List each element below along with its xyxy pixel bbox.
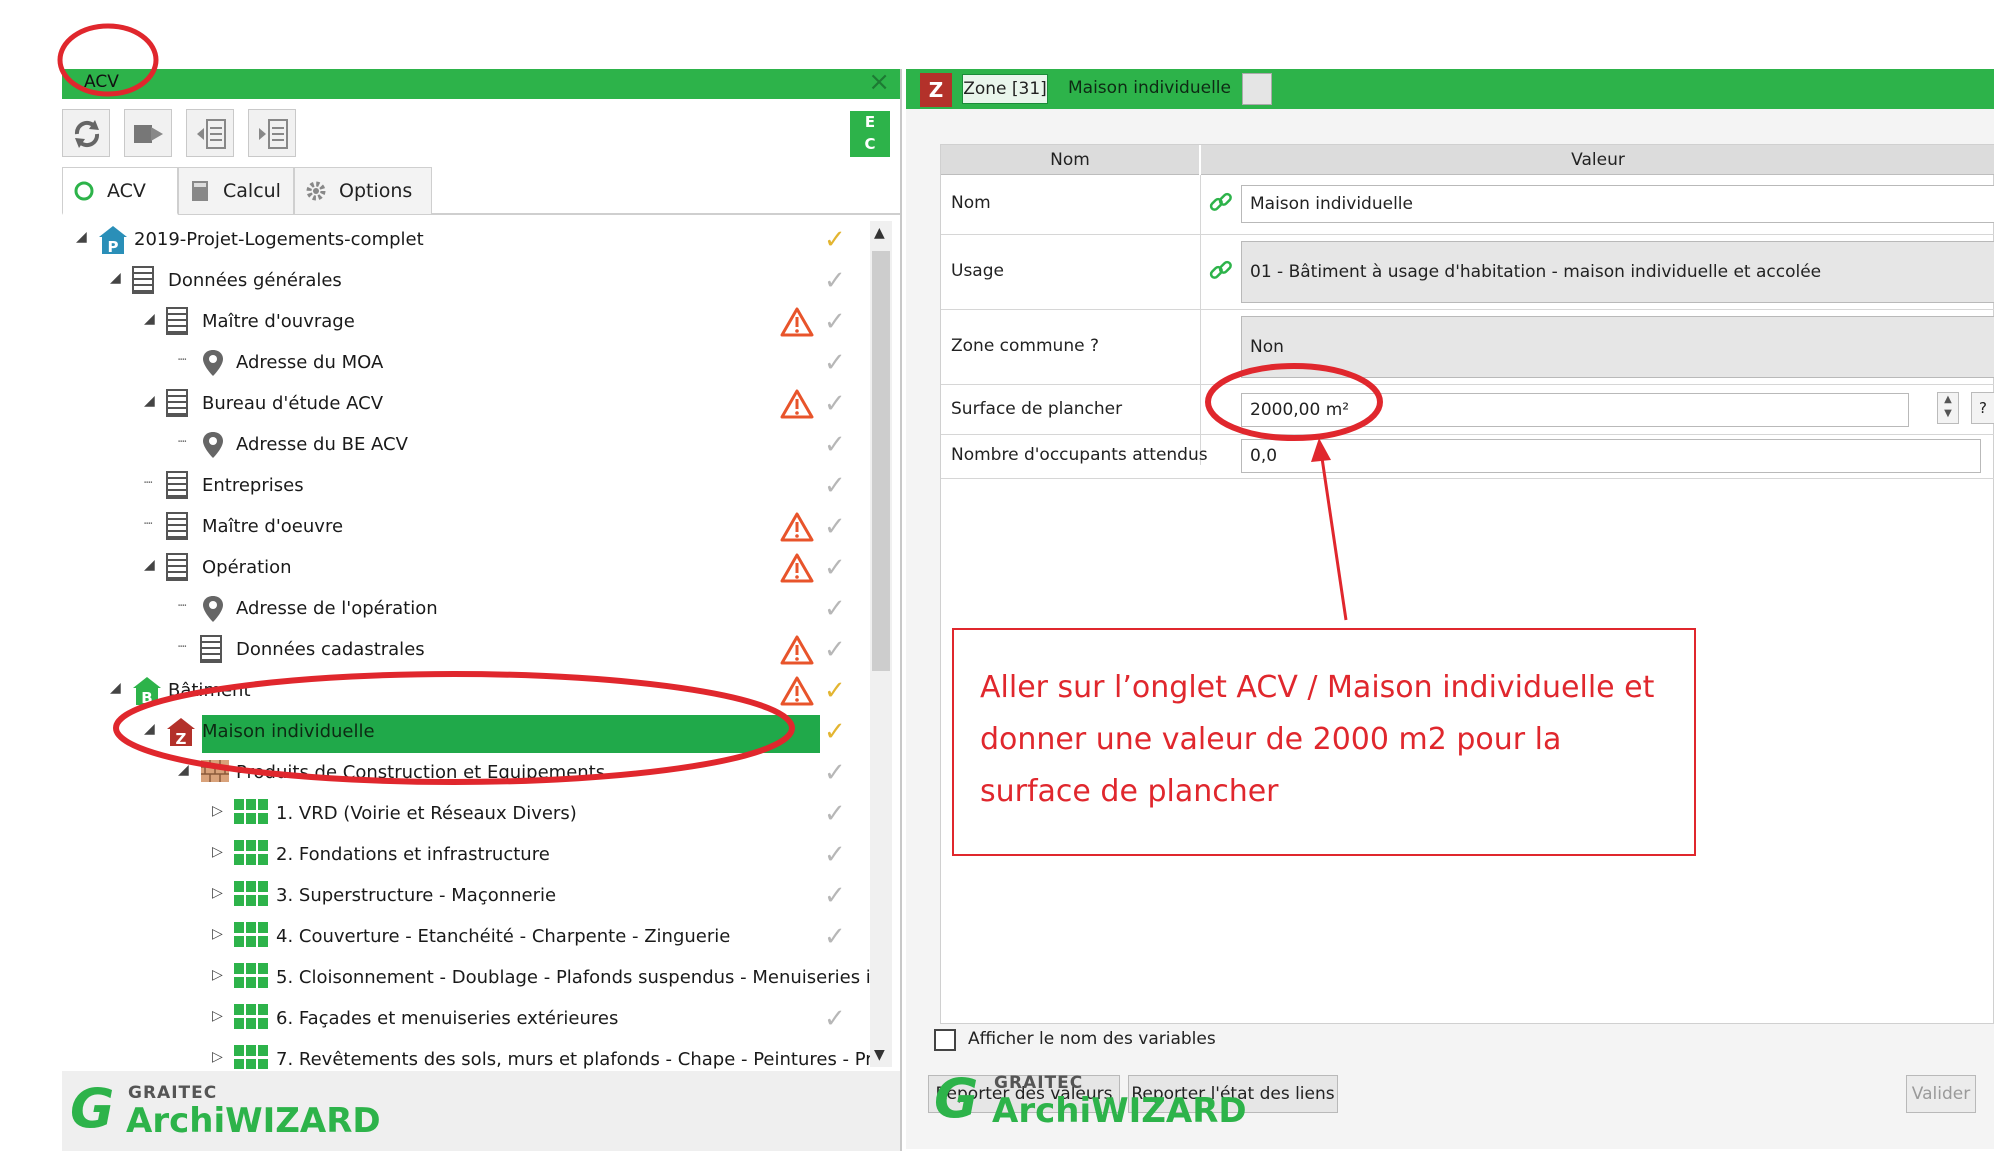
annotation-overlay bbox=[57, 23, 1383, 785]
arrow-head-icon bbox=[1311, 438, 1331, 462]
highlight-ellipse-title bbox=[57, 23, 159, 97]
annotation-text: Aller sur l’onglet ACV / Maison individu… bbox=[980, 670, 1655, 809]
annotation-arrow bbox=[1320, 457, 1348, 621]
highlight-ellipse-surface bbox=[1205, 363, 1383, 441]
highlight-ellipse-maison bbox=[113, 671, 795, 785]
annotation-callout: Aller sur l’onglet ACV / Maison individu… bbox=[952, 628, 1696, 856]
